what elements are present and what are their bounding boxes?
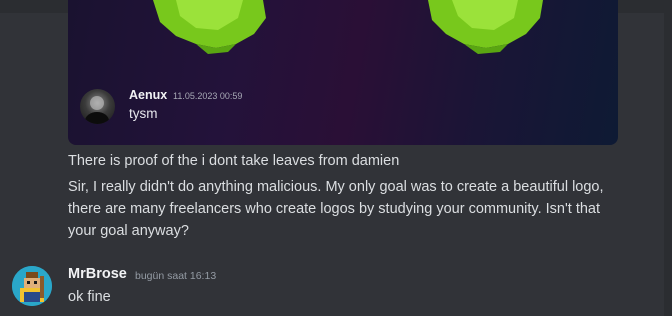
message-text: your goal anyway? <box>68 223 189 239</box>
attached-image-embed[interactable]: Aenux 11.05.2023 00:59 tysm <box>68 0 618 145</box>
message-text: Sir, I really didn't do anything malicio… <box>68 179 604 195</box>
message-text: there are many freelancers who create lo… <box>68 201 601 217</box>
avatar[interactable] <box>12 266 52 306</box>
person-silhouette-icon <box>85 96 109 124</box>
message-text: ok fine <box>68 289 111 305</box>
green-logo-graphic <box>153 0 543 54</box>
message-text: There is proof of the i dont take leaves… <box>68 153 400 169</box>
message-timestamp: bugün saat 16:13 <box>135 270 217 282</box>
quoted-message-text: tysm <box>129 106 158 121</box>
message-author-name[interactable]: MrBrose <box>68 266 127 282</box>
quoted-timestamp: 11.05.2023 00:59 <box>173 91 243 101</box>
quoted-user-avatar <box>80 89 115 124</box>
pixel-character-icon <box>12 266 52 306</box>
scrollbar-track[interactable] <box>664 0 672 316</box>
quoted-author-name: Aenux <box>129 88 168 102</box>
